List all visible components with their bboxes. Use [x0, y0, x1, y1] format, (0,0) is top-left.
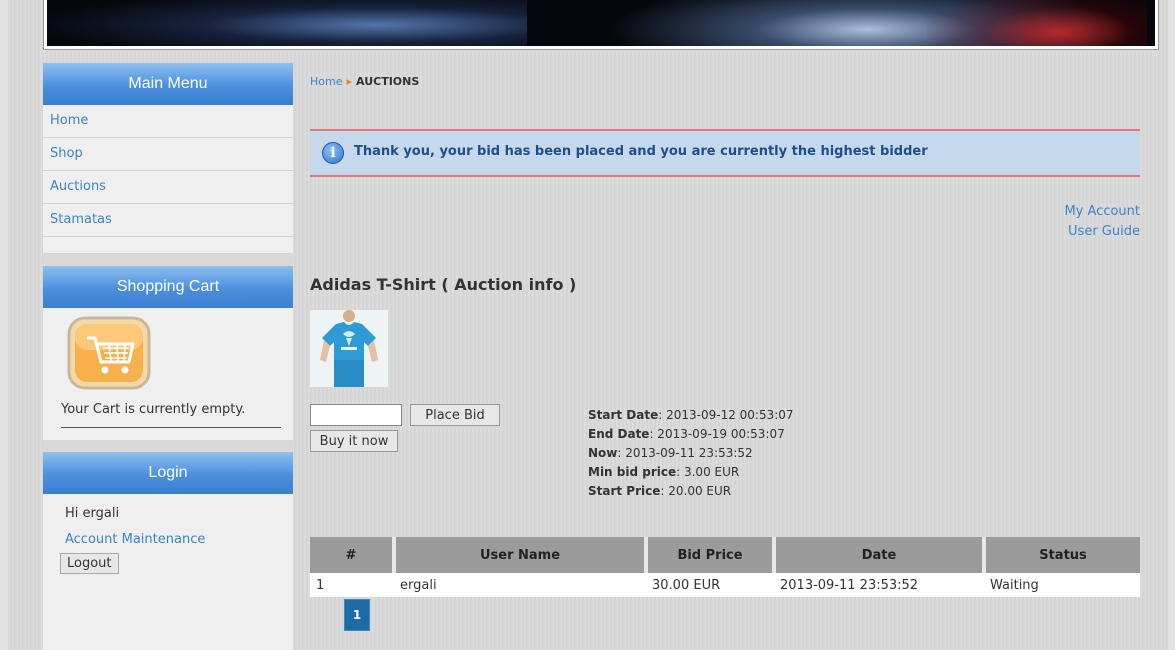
cell-number: 1	[310, 573, 394, 597]
menu-item-auctions[interactable]: Auctions	[43, 171, 293, 204]
cell-status: Waiting	[984, 573, 1140, 597]
start-date-value: : 2013-09-12 00:53:07	[658, 408, 794, 422]
now-label: Now	[588, 446, 618, 460]
login-panel: Hi ergali Account Maintenance Logout	[43, 494, 293, 574]
start-date-label: Start Date	[588, 408, 659, 422]
main-content: Home ▸ AUCTIONS i Thank you, your bid has …	[310, 63, 1140, 631]
place-bid-button[interactable]: Place Bid	[410, 404, 500, 426]
user-guide-link[interactable]: User Guide	[1064, 222, 1140, 242]
column-header-date: Date	[774, 537, 986, 573]
column-header-status: Status	[984, 537, 1140, 573]
column-header-number: #	[310, 537, 396, 573]
product-image	[310, 310, 388, 387]
column-header-bid-price: Bid Price	[646, 537, 776, 573]
menu-item-stamatas[interactable]: Stamatas	[43, 204, 293, 237]
column-header-user-name: User Name	[394, 537, 648, 573]
bid-amount-input[interactable]	[310, 404, 402, 426]
table-header-row: # User Name Bid Price Date Status	[310, 537, 1140, 573]
cart-empty-text: Your Cart is currently empty.	[61, 402, 246, 417]
page: Main Menu Home Shop Auctions Stamatas Sh…	[8, 0, 1168, 650]
user-greeting: Hi ergali	[65, 506, 120, 521]
success-notice: i Thank you, your bid has been placed an…	[310, 129, 1140, 177]
breadcrumb-home-link[interactable]: Home	[310, 75, 342, 88]
end-date-value: : 2013-09-19 00:53:07	[649, 427, 785, 441]
breadcrumb-arrow-icon: ▸	[346, 75, 353, 88]
sidebar: Main Menu Home Shop Auctions Stamatas Sh…	[43, 63, 293, 650]
cell-bid-price: 30.00 EUR	[646, 573, 774, 597]
auction-details: Start Date: 2013-09-12 00:53:07 End Date…	[588, 406, 794, 501]
shopping-cart-icon	[67, 316, 151, 390]
table-row: 1 ergali 30.00 EUR 2013-09-11 23:53:52 W…	[310, 573, 1140, 597]
breadcrumb: Home ▸ AUCTIONS	[310, 75, 1140, 88]
end-date-label: End Date	[588, 427, 650, 441]
my-account-link[interactable]: My Account	[1064, 202, 1140, 222]
min-bid-value: : 3.00 EUR	[676, 465, 740, 479]
main-menu-title: Main Menu	[43, 63, 293, 105]
cell-date: 2013-09-11 23:53:52	[774, 573, 984, 597]
login-title: Login	[43, 452, 293, 494]
bids-table: # User Name Bid Price Date Status 1 erga…	[310, 537, 1140, 597]
cell-user-name: ergali	[394, 573, 646, 597]
start-price-label: Start Price	[588, 484, 661, 498]
notice-message: Thank you, your bid has been placed and …	[354, 144, 928, 159]
breadcrumb-current: AUCTIONS	[356, 75, 420, 88]
info-icon: i	[322, 142, 344, 164]
header-banner	[44, 0, 1158, 49]
start-price-value: : 20.00 EUR	[660, 484, 732, 498]
account-maintenance-link[interactable]: Account Maintenance	[65, 532, 293, 547]
shopping-cart-title: Shopping Cart	[43, 266, 293, 308]
min-bid-label: Min bid price	[588, 465, 677, 479]
auction-title: Adidas T-Shirt ( Auction info )	[310, 275, 577, 294]
shopping-cart-panel: Your Cart is currently empty.	[43, 308, 293, 440]
pagination-page-button[interactable]: 1	[344, 599, 370, 631]
logout-button[interactable]: Logout	[60, 553, 119, 574]
buy-it-now-button[interactable]: Buy it now	[310, 430, 398, 452]
menu-item-home[interactable]: Home	[43, 105, 293, 138]
menu-item-shop[interactable]: Shop	[43, 138, 293, 171]
account-links: My Account User Guide	[1064, 202, 1140, 242]
now-value: : 2013-09-11 23:53:52	[617, 446, 753, 460]
divider	[61, 427, 281, 428]
